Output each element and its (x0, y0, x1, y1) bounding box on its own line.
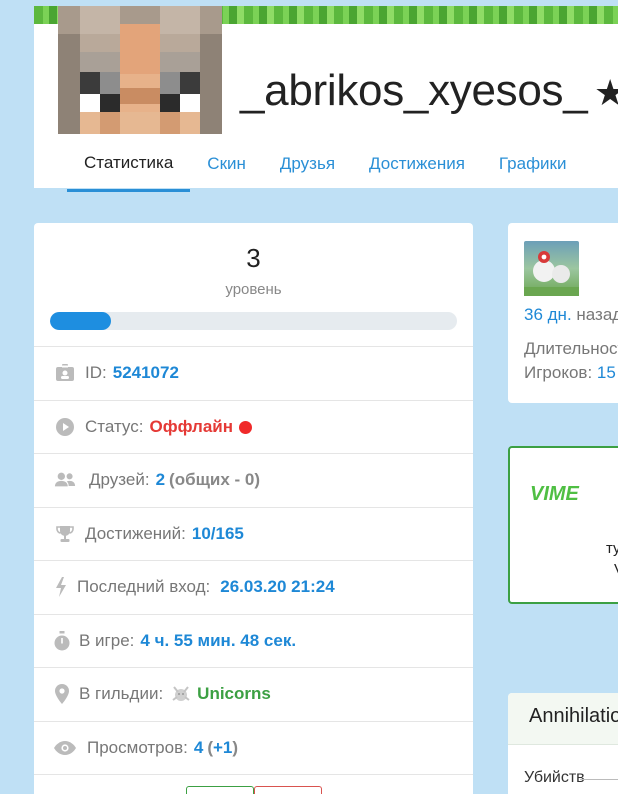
stat-row-achievements: Достижений: 10/165 (34, 507, 473, 560)
bolt-icon (54, 577, 68, 597)
stat-row-views: Просмотров: 4 (+1) (34, 721, 473, 774)
stat-row-guild: В гильдии: Unicorns (34, 667, 473, 720)
stat-value-last-login: 26.03.20 21:24 (220, 577, 335, 596)
stats-card: 3 уровень ID: 5241072 Статус: Оффлайн Др… (34, 223, 473, 794)
stat-value-id[interactable]: 5241072 (113, 363, 179, 383)
profile-header: _abrikos_xyesos_ ★ Статистика Скин Друзь… (34, 6, 618, 192)
last-game-players-value: 15 (596, 363, 616, 382)
last-game-ago-value[interactable]: 36 дн. (524, 305, 572, 324)
offline-dot-icon (239, 420, 252, 434)
stat-label-achievements: Достижений: (85, 524, 186, 543)
vime-card[interactable]: VIME ту V (508, 446, 618, 604)
stat-row-id: ID: 5241072 (34, 346, 473, 399)
stat-value-guild[interactable]: Unicorns (197, 684, 271, 704)
username: _abrikos_xyesos_ (240, 66, 588, 115)
stat-label-status: Статус: (85, 417, 144, 436)
stat-value-status: Оффлайн (149, 417, 233, 436)
stat-label-last-login: Последний вход: (77, 577, 211, 596)
stat-extra-friends: (общих - 0) (169, 470, 261, 489)
stat-value-playtime: 4 ч. 55 мин. 48 сек. (140, 631, 297, 650)
vime-logo: VIME (530, 483, 579, 505)
id-card-icon (54, 363, 76, 383)
stat-label-playtime: В игре: (79, 631, 135, 650)
stat-value-achievements[interactable]: 10/165 (192, 524, 244, 544)
trophy-icon (54, 524, 76, 544)
stat-extra-views: +1 (213, 738, 233, 757)
vime-card-line-1: ту (606, 540, 618, 557)
star-icon[interactable]: ★ (594, 72, 618, 114)
last-game-players-label: Игроков: (524, 363, 593, 382)
tab-statistics[interactable]: Статистика (67, 136, 191, 192)
tab-skin[interactable]: Скин (190, 136, 263, 192)
stat-row-status: Статус: Оффлайн (34, 400, 473, 453)
stat-row-playtime: В игре: 4 ч. 55 мин. 48 сек. (34, 614, 473, 667)
profile-tabs: Статистика Скин Друзья Достижения График… (34, 136, 618, 192)
level-value: 3 (246, 243, 261, 273)
game-thumbnail[interactable] (524, 241, 579, 296)
add-friend-button[interactable] (186, 786, 254, 794)
last-game-ago-suffix: назад (576, 305, 618, 324)
level-label: уровень (225, 281, 282, 298)
last-game-card: 36 дн. назад Длительность Игроков: 15 (508, 223, 618, 403)
vime-card-line-2: V (614, 561, 618, 578)
play-circle-icon (54, 417, 76, 437)
stat-views-close-paren: ) (232, 738, 239, 757)
annihilation-card: Annihilation Убийств (508, 693, 618, 794)
report-button[interactable] (254, 786, 322, 794)
stat-row-friends: Друзей: 2 (общих - 0) (34, 453, 473, 506)
annihilation-kills-label: Убийств (524, 769, 585, 786)
stat-row-last-login: Последний вход: 26.03.20 21:24 (34, 560, 473, 613)
stat-label-friends: Друзей: (89, 470, 150, 489)
stopwatch-icon (54, 631, 70, 651)
eye-icon (54, 738, 76, 758)
annihilation-title: Annihilation (508, 693, 618, 745)
tab-charts[interactable]: Графики (482, 136, 584, 192)
level-progress-bar (50, 312, 457, 330)
last-game-time: 36 дн. назад (524, 305, 618, 325)
last-game-duration-label: Длительность (524, 339, 618, 358)
tab-achievements[interactable]: Достижения (352, 136, 482, 192)
level-progress-fill (50, 312, 112, 330)
stat-value-friends[interactable]: 2 (156, 470, 165, 490)
stat-label-guild: В гильдии: (79, 684, 164, 703)
guild-emblem-icon (171, 684, 191, 704)
annihilation-divider (580, 779, 618, 780)
stat-label-id: ID: (85, 363, 107, 382)
users-icon (54, 470, 76, 490)
map-marker-icon (54, 684, 70, 704)
stat-value-views: 4 (193, 738, 204, 757)
avatar (58, 6, 222, 134)
stat-label-views: Просмотров: (87, 738, 188, 757)
last-game-players: Игроков: 15 (524, 363, 616, 383)
tab-friends[interactable]: Друзья (263, 136, 352, 192)
